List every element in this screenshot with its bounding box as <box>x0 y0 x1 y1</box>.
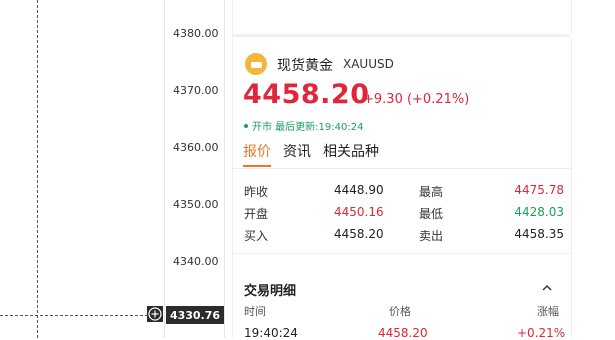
quote-panel: 现货黄金 XAUUSD 4458.20 +9.30 (+0.21%) 开市 最后… <box>232 0 572 340</box>
quote-tabs: 报价 资讯 相关品种 <box>243 141 379 167</box>
column-header-time: 时间 <box>244 305 266 318</box>
instrument-name: 现货黄金 <box>277 58 333 74</box>
stat-value: 4450.16 <box>334 205 384 219</box>
stat-label: 最低 <box>419 207 444 221</box>
tab-quote[interactable]: 报价 <box>243 141 271 167</box>
stat-value: 4448.90 <box>334 183 384 197</box>
axis-tick: 4380.00 <box>173 27 219 40</box>
section-divider <box>233 253 571 254</box>
crosshair-plus-icon[interactable] <box>147 306 163 322</box>
stat-label: 最高 <box>419 185 444 199</box>
axis-tick: 4360.00 <box>173 141 219 154</box>
market-status-text: 开市 最后更新:19:40:24 <box>252 122 364 133</box>
column-header-change: 涨幅 <box>537 305 559 318</box>
axis-tick: 4370.00 <box>173 84 219 97</box>
trade-detail-title: 交易明细 <box>244 284 297 299</box>
price-change: +9.30 (+0.21%) <box>363 92 470 107</box>
stat-row: 买入 4458.20 卖出 4458.35 <box>244 225 564 247</box>
status-dot-icon <box>244 123 248 128</box>
price-axis-line <box>164 0 165 338</box>
price-chart[interactable]: 4380.00 4370.00 4360.00 4350.00 4340.00 … <box>0 0 224 338</box>
market-status: 开市 最后更新:19:40:24 <box>244 118 363 133</box>
gold-bar-icon <box>245 53 267 75</box>
quote-stats: 昨收 4448.90 最高 4475.78 开盘 4450.16 最低 4428… <box>244 181 564 247</box>
stat-value: 4428.03 <box>514 205 564 219</box>
stat-label: 昨收 <box>244 185 269 199</box>
stat-value: 4458.20 <box>334 227 384 241</box>
tabs-divider <box>233 168 571 169</box>
stat-value: 4458.35 <box>514 227 564 241</box>
chevron-up-icon[interactable] <box>540 281 554 295</box>
panel-top-card <box>232 0 572 33</box>
stat-row: 昨收 4448.90 最高 4475.78 <box>244 181 564 203</box>
stat-label: 买入 <box>244 229 269 243</box>
tab-news[interactable]: 资讯 <box>283 141 311 167</box>
crosshair-horizontal <box>0 315 148 316</box>
stat-value: 4475.78 <box>514 183 564 197</box>
quote-card: 现货黄金 XAUUSD 4458.20 +9.30 (+0.21%) 开市 最后… <box>232 37 572 340</box>
chart-divider <box>224 0 225 338</box>
axis-tick: 4340.00 <box>173 255 219 268</box>
last-price: 4458.20 <box>243 79 370 110</box>
stat-label: 卖出 <box>419 229 444 243</box>
crosshair-vertical <box>37 0 38 338</box>
stat-label: 开盘 <box>244 207 269 221</box>
stat-row: 开盘 4450.16 最低 4428.03 <box>244 203 564 225</box>
column-header-price: 价格 <box>389 305 411 318</box>
cursor-price-label: 4330.76 <box>166 306 224 324</box>
tab-related[interactable]: 相关品种 <box>323 141 379 167</box>
axis-tick: 4350.00 <box>173 198 219 211</box>
instrument-code: XAUUSD <box>343 57 394 71</box>
